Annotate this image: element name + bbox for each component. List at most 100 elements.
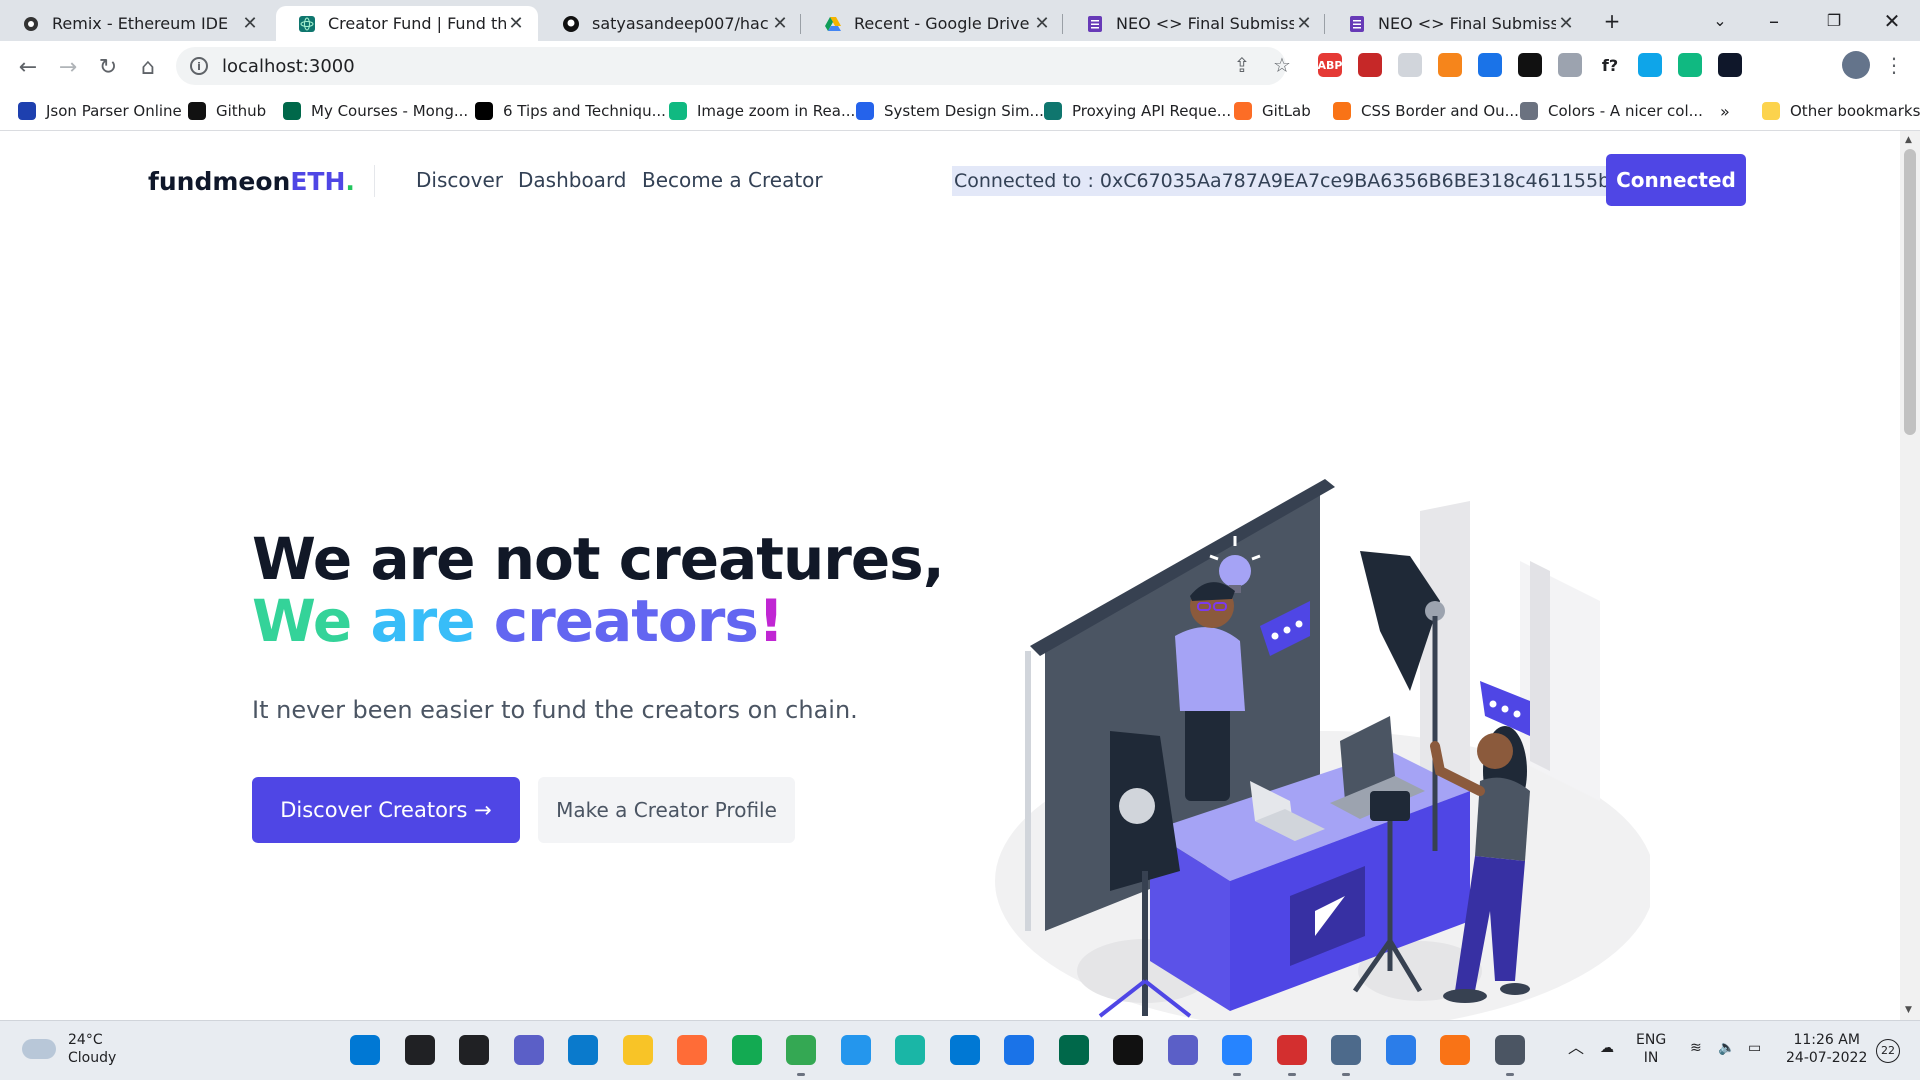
bookmark-item[interactable]: Json Parser Online [18,99,182,123]
graph-extension-icon[interactable] [1718,53,1742,77]
scrollbar-thumb[interactable] [1904,149,1916,435]
new-tab-button[interactable]: + [1582,0,1642,41]
formula-icon[interactable]: f? [1598,53,1622,77]
task-view-icon[interactable] [459,1035,489,1065]
volume-icon[interactable]: 🔈 [1718,1039,1735,1057]
other-bookmarks[interactable]: Other bookmarks [1762,99,1920,123]
hummingbird-icon [669,102,687,120]
color-picker-icon[interactable] [1518,53,1542,77]
site-logo[interactable]: fundmeonETH. [148,167,355,196]
sourcetree-icon[interactable] [1222,1035,1252,1065]
media-player-icon[interactable] [1440,1035,1470,1065]
tray-chevron-up-icon[interactable]: ︿ [1568,1039,1584,1057]
puzzle-icon[interactable] [1758,53,1782,77]
forward-arrow-icon[interactable]: → [54,53,82,81]
1password-icon[interactable] [1478,53,1502,77]
windows-start-icon[interactable] [350,1035,380,1065]
weather-widget[interactable]: 24°C Cloudy [22,1031,116,1067]
close-window-button[interactable]: ✕ [1862,0,1920,41]
notification-badge[interactable]: 22 [1876,1039,1900,1063]
scroll-up-arrow-icon[interactable]: ▲ [1905,135,1912,145]
reload-icon[interactable]: ↻ [94,53,122,81]
discover-creators-button[interactable]: Discover Creators → [252,777,520,843]
close-icon[interactable]: ✕ [770,13,790,34]
back-arrow-icon[interactable]: ← [14,53,42,81]
file-explorer-icon[interactable] [622,1035,653,1065]
postman-icon[interactable] [677,1035,707,1065]
close-icon[interactable]: ✕ [1032,13,1052,34]
tab-google-drive[interactable]: Recent - Google Drive ✕ [802,6,1064,41]
bookmark-item[interactable]: My Courses - Mong... [283,99,468,123]
mongodb-icon[interactable] [1058,1035,1089,1065]
nav-link-become-creator[interactable]: Become a Creator [642,168,823,192]
hero-heading-line1: We are not creatures, [252,525,945,593]
1password-icon[interactable] [1004,1035,1034,1065]
language-indicator[interactable]: ENG IN [1636,1031,1666,1067]
teams-chat-icon[interactable] [513,1035,544,1065]
bookmark-item[interactable]: System Design Sim... [856,99,1044,123]
extension-clock-icon[interactable] [1398,53,1422,77]
bookmark-item[interactable]: Image zoom in Rea... [669,99,855,123]
close-icon[interactable]: ✕ [506,13,526,34]
profile-avatar[interactable] [1842,51,1870,79]
close-icon[interactable]: ✕ [1556,13,1576,34]
virtualbox-icon[interactable] [1331,1035,1361,1065]
scroll-down-arrow-icon[interactable]: ▼ [1905,1005,1912,1015]
make-creator-profile-button[interactable]: Make a Creator Profile [538,777,795,843]
search-icon[interactable] [404,1035,435,1065]
url-text[interactable]: localhost:3000 [222,56,355,77]
bookmark-item[interactable]: GitLab [1234,99,1311,123]
metamask-icon[interactable] [1438,53,1462,77]
tab-creator-fund[interactable]: Creator Fund | Fund the cre ✕ [276,6,538,41]
bookmark-star-icon[interactable]: ☆ [1268,51,1296,79]
bookmark-item[interactable]: Github [188,99,266,123]
forms-icon [1086,15,1104,33]
nav-link-discover[interactable]: Discover [416,168,503,192]
bookmark-item[interactable]: CSS Border and Ou... [1333,99,1519,123]
extension-red-icon[interactable] [1358,53,1382,77]
mongodb-compass-icon[interactable] [731,1035,762,1065]
tab-neo-submission-2[interactable]: NEO <> Final Submission ✕ [1326,6,1588,41]
share-icon[interactable]: ⇪ [1228,51,1256,79]
vscode-icon[interactable] [568,1035,598,1065]
acrobat-icon[interactable] [1276,1035,1307,1065]
bookmark-item[interactable]: 6 Tips and Techniqu... [475,99,666,123]
address-bar[interactable]: i localhost:3000 [176,47,1286,85]
teams-icon[interactable] [1167,1035,1198,1065]
chrome-icon[interactable] [786,1035,816,1065]
tab-neo-submission-1[interactable]: NEO <> Final Submission ✕ [1064,6,1326,41]
tab-search-chevron-icon[interactable]: ⌄ [1690,0,1750,41]
settings-extension-icon[interactable] [1558,53,1582,77]
tab-github[interactable]: satyasandeep007/hackatho ✕ [540,6,802,41]
git-kraken-icon[interactable] [895,1035,925,1065]
minimize-button[interactable]: – [1744,0,1804,41]
adblock-icon[interactable]: ABP [1318,53,1342,77]
bookmark-item[interactable]: Colors - A nicer col... [1520,99,1703,123]
onedrive-icon[interactable]: ☁ [1600,1039,1614,1057]
remote-desktop-icon[interactable] [949,1035,980,1065]
wifi-icon[interactable]: ≋ [1690,1039,1702,1057]
clock[interactable]: 11:26 AM 24-07-2022 [1786,1031,1867,1067]
connected-button[interactable]: Connected [1606,154,1746,206]
security-icon[interactable] [1385,1035,1416,1065]
site-info-icon[interactable]: i [190,57,208,75]
nav-link-dashboard[interactable]: Dashboard [518,168,627,192]
close-icon[interactable]: ✕ [240,13,260,34]
restore-button[interactable]: ❐ [1804,0,1864,41]
clock-time: 11:26 AM [1793,1032,1860,1048]
settings-icon[interactable] [1494,1035,1525,1065]
bookmark-item[interactable]: Proxying API Reque... [1044,99,1231,123]
docker-icon[interactable] [840,1035,871,1065]
menu-dots-icon[interactable]: ⋮ [1880,51,1908,79]
home-icon[interactable]: ⌂ [134,53,162,81]
battery-icon[interactable]: ▭ [1748,1039,1761,1057]
bookmarks-overflow-chevron[interactable]: » [1720,99,1730,123]
sidepanel-icon[interactable] [1798,53,1822,77]
tab-remix[interactable]: Remix - Ethereum IDE ✕ [0,6,272,41]
bookmarks-bar: Json Parser Online Github My Courses - Mon… [0,91,1920,131]
tweetdeck-icon[interactable] [1678,53,1702,77]
notion-icon[interactable] [1113,1035,1143,1065]
window-extension-icon[interactable] [1638,53,1662,77]
page-scrollbar[interactable]: ▲ ▼ [1900,131,1920,1020]
close-icon[interactable]: ✕ [1294,13,1314,34]
